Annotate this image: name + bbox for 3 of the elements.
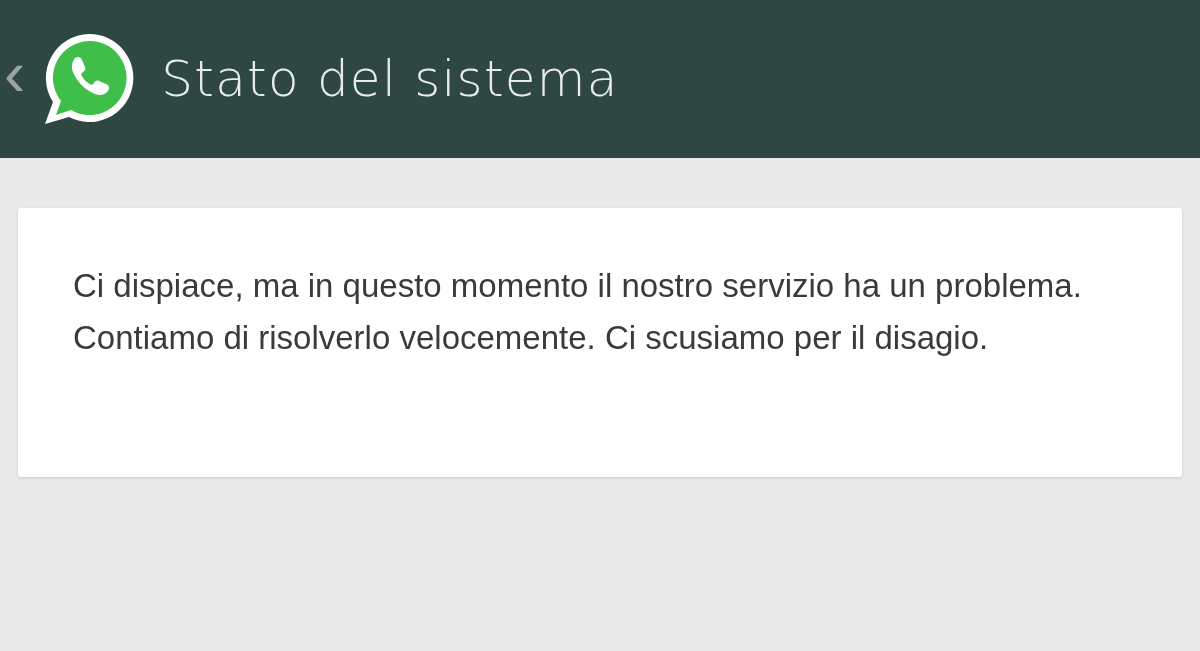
screen-title: Stato del sistema [161, 48, 619, 110]
back-button[interactable]: ‹ [4, 41, 26, 105]
error-message: Ci dispiace, ma in questo momento il nostro servizio ha un problema. Contiamo di risolverlo velocemente. Ci scusiamo per il disagio. [73, 266, 1083, 358]
